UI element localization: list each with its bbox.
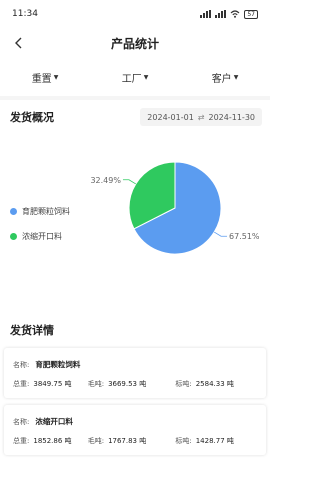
swap-icon: ⇄ [197,112,205,122]
standard-cell: 标吨: 2584.33 吨 [175,379,263,389]
chevron-left-icon [15,37,22,49]
caret-down-icon: ▼ [233,73,239,81]
filter-reset-label: 重置 [31,73,52,85]
total-cell: 总重: 1852.86 吨 [13,436,88,446]
detail-title: 发货详情 [10,324,54,337]
detail-values-row: 总重: 1852.86 吨 毛吨: 1767.83 吨 标吨: 1428.77 … [13,436,263,446]
battery-icon: 57 [244,9,258,19]
filter-customer-label: 客户 [211,73,232,85]
section-divider [0,96,270,100]
legend-label: 育肥颗粒饲料 [22,206,70,216]
wifi-icon [230,10,240,18]
date-start: 2024-01-01 [147,112,194,122]
label-leader-line [122,179,136,185]
detail-values-row: 总重: 3849.75 吨 毛吨: 3669.53 吨 标吨: 2584.33 … [13,379,263,389]
product-name: 浓缩开口料 [35,417,73,426]
chart-legend: 育肥颗粒饲料 浓缩开口料 [10,204,70,254]
gross-cell: 毛吨: 1767.83 吨 [88,436,176,446]
name-label: 名称: [13,360,30,369]
total-cell: 总重: 3849.75 吨 [13,379,88,389]
status-bar: 11:34 57 [0,0,270,28]
standard-value: 2584.33 吨 [195,380,234,388]
gross-cell: 毛吨: 3669.53 吨 [88,379,176,389]
filter-factory[interactable]: 工厂 ▼ [116,70,155,85]
filter-reset[interactable]: 重置 ▼ [26,70,65,85]
date-range-picker[interactable]: 2024-01-01 ⇄ 2024-11-30 [140,108,262,126]
filter-customer[interactable]: 客户 ▼ [206,70,245,85]
nav-bar: 产品统计 [0,28,270,58]
legend-item[interactable]: 育肥颗粒饲料 [10,204,70,218]
detail-name-row: 名称: 浓缩开口料 [13,416,73,427]
signal-icon-2 [215,10,227,18]
page-title: 产品统计 [110,36,159,51]
detail-name-row: 名称: 育肥颗粒饲料 [13,359,80,370]
slice-label: 32.49% [90,176,121,185]
slice-label: 67.51% [229,232,260,241]
gross-value: 3669.53 吨 [108,380,147,388]
legend-dot-blue [10,207,17,215]
gross-value: 1767.83 吨 [108,437,147,445]
standard-value: 1428.77 吨 [195,437,234,445]
detail-card[interactable]: 名称: 育肥颗粒饲料 总重: 3849.75 吨 毛吨: 3669.53 吨 标… [4,348,266,398]
total-label: 总重: [13,380,30,388]
total-value: 1852.86 吨 [33,437,72,445]
overview-title: 发货概况 [10,111,54,124]
label-leader-line [214,231,228,237]
name-label: 名称: [13,417,30,426]
detail-card[interactable]: 名称: 浓缩开口料 总重: 1852.86 吨 毛吨: 1767.83 吨 标吨… [4,405,266,455]
back-button[interactable] [8,33,28,53]
signal-icon [200,10,212,18]
status-time: 11:34 [12,9,38,19]
legend-dot-green [10,232,17,240]
filter-bar: 重置 ▼ 工厂 ▼ 客户 ▼ [0,64,270,90]
caret-down-icon: ▼ [53,73,59,81]
standard-label: 标吨: [175,437,192,445]
caret-down-icon: ▼ [143,73,149,81]
gross-label: 毛吨: [87,437,105,445]
status-icons: 57 [200,9,258,19]
legend-label: 浓缩开口料 [22,231,62,241]
date-end: 2024-11-30 [208,112,256,122]
standard-label: 标吨: [175,380,192,388]
filter-factory-label: 工厂 [121,73,142,85]
gross-label: 毛吨: [87,380,105,388]
legend-item[interactable]: 浓缩开口料 [10,229,70,243]
total-label: 总重: [13,437,30,445]
product-name: 育肥颗粒饲料 [35,360,81,369]
total-value: 3849.75 吨 [33,380,72,388]
standard-cell: 标吨: 1428.77 吨 [175,436,263,446]
pie-chart: 67.51% 32.49% [90,161,260,255]
